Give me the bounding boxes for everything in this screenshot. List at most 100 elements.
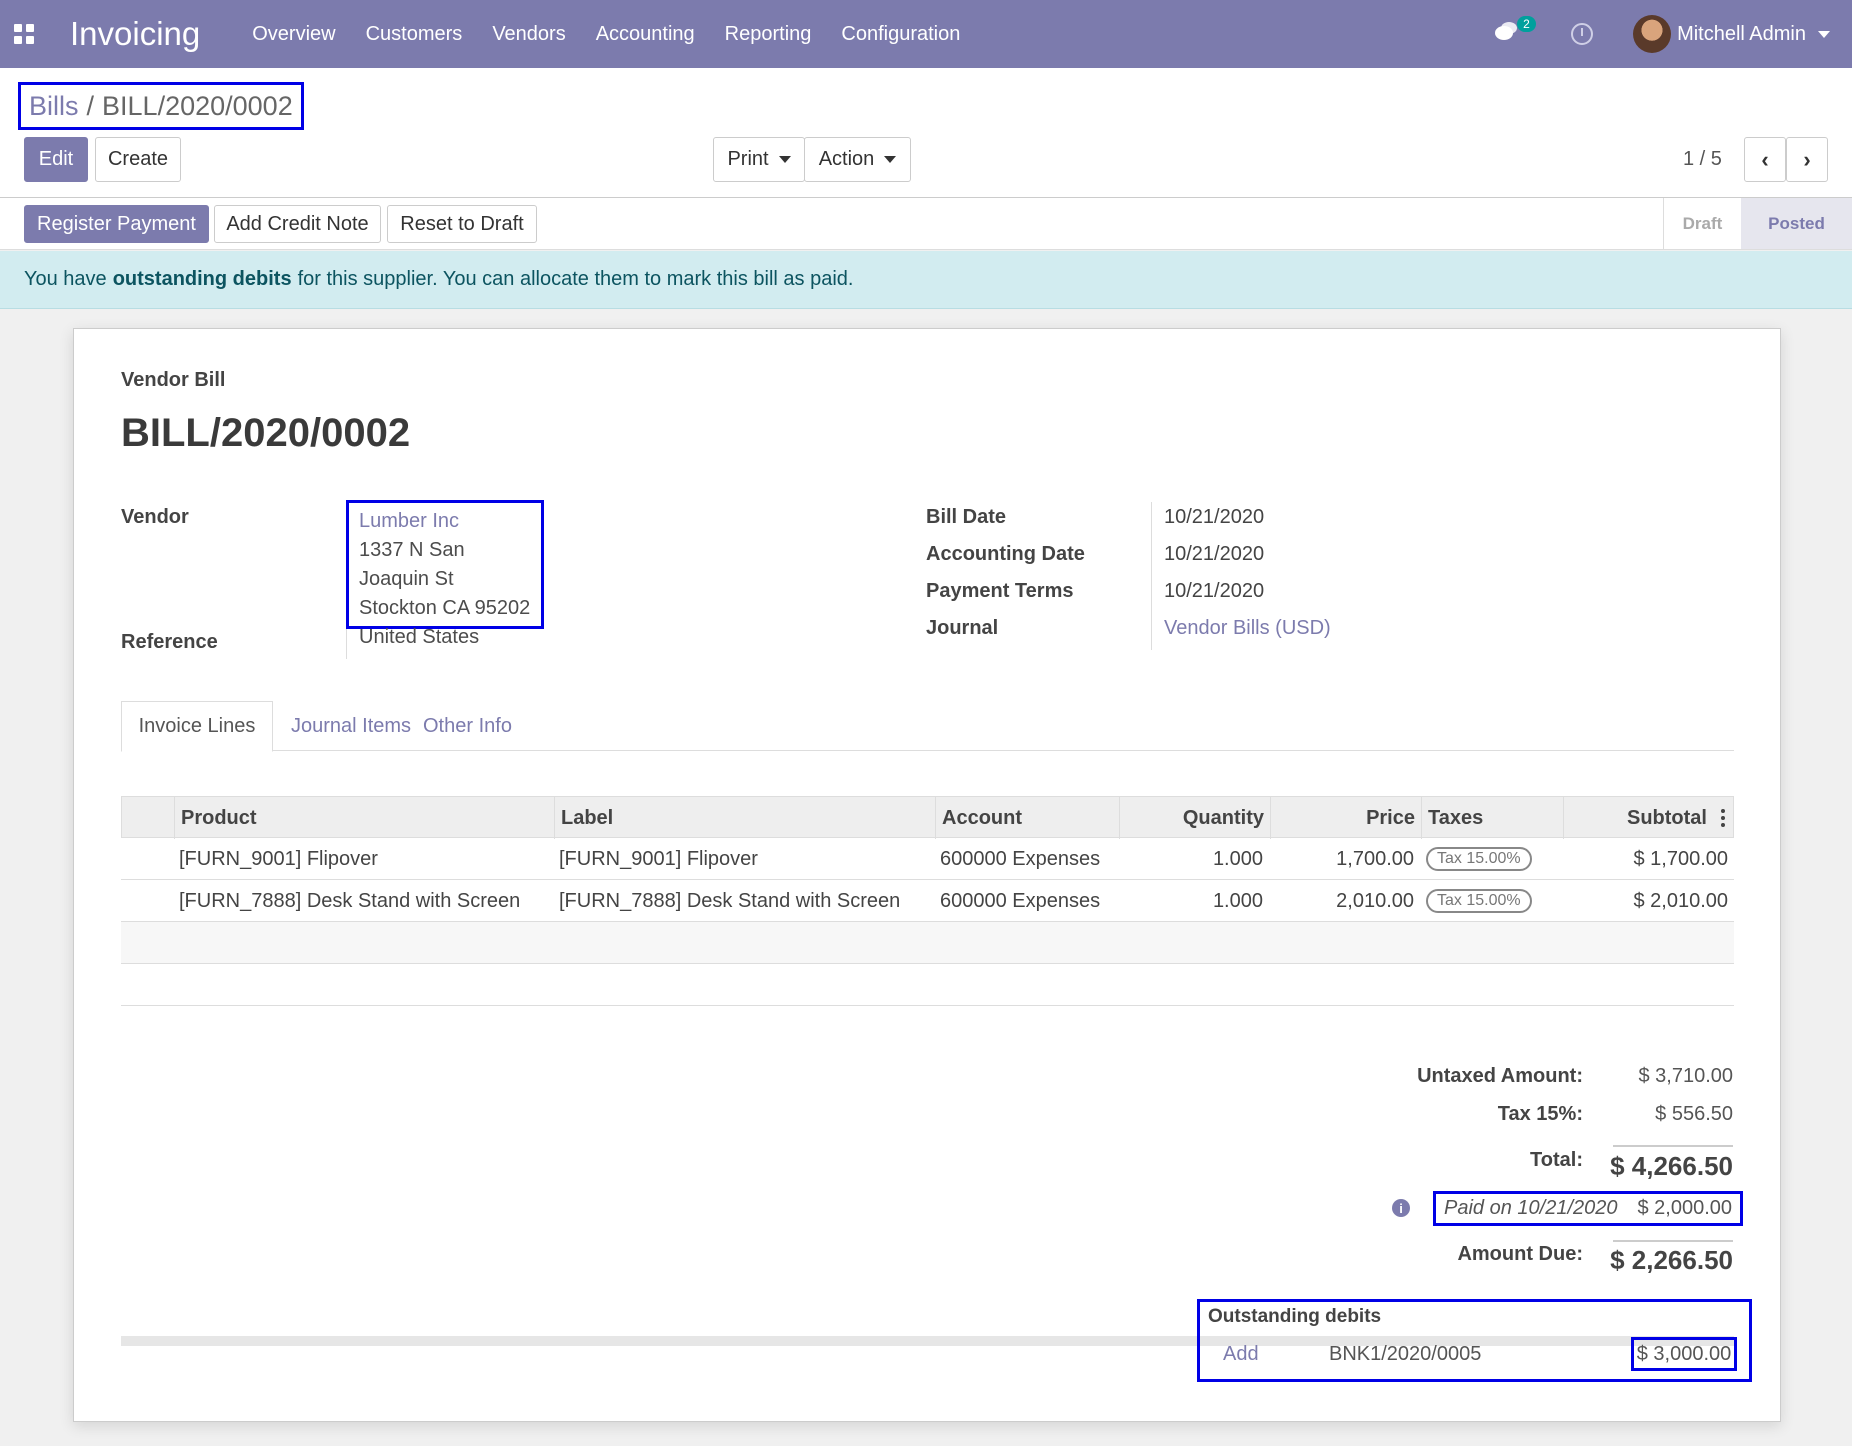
column-taxes[interactable]: Taxes [1421,797,1563,839]
vendor-country: United States [359,626,480,648]
activity-clock-icon[interactable] [1571,23,1594,45]
menu-configuration[interactable]: Configuration [841,23,960,46]
register-payment-button[interactable]: Register Payment [24,205,209,243]
user-menu-caret-icon[interactable] [1818,30,1830,38]
column-product[interactable]: Product [174,797,554,839]
action-dropdown[interactable]: Action [804,137,911,182]
outstanding-debits-box: Outstanding debits Add BNK1/2020/0005 $ … [1197,1299,1752,1382]
row-subtotal: $ 1,700.00 [1633,847,1728,870]
amount-due-value: $ 2,266.50 [1610,1245,1733,1275]
row-label: [FURN_7888] Desk Stand with Screen [559,889,901,912]
journal-link[interactable]: Vendor Bills (USD) [1164,617,1331,640]
pager-previous-button[interactable]: ‹ [1744,137,1786,182]
untaxed-amount-label: Untaxed Amount: [1417,1065,1583,1087]
breadcrumb: Bills / BILL/2020/0002 [18,82,304,130]
table-row[interactable]: [FURN_9001] Flipover [FURN_9001] Flipove… [121,838,1734,880]
bill-date-value: 10/21/2020 [1164,506,1265,528]
pager-value[interactable]: 1 / 5 [1683,148,1722,171]
payment-terms-label: Payment Terms [926,580,1074,602]
user-name[interactable]: Mitchell Admin [1677,23,1806,46]
breadcrumb-separator: / [86,90,95,121]
info-icon[interactable]: i [1392,1199,1410,1217]
row-quantity: 1.000 [1212,847,1263,870]
total-value: $ 4,266.50 [1610,1151,1733,1181]
vendor-city: Stockton CA 95202 [359,597,531,619]
column-label[interactable]: Label [554,797,935,839]
outstanding-reference: BNK1/2020/0005 [1329,1343,1482,1365]
outstanding-debits-alert: You have outstanding debits for this sup… [0,251,1852,309]
message-count-badge: 2 [1517,16,1536,32]
menu-customers[interactable]: Customers [366,23,463,46]
row-price: 2,010.00 [1336,889,1414,912]
column-price[interactable]: Price [1270,797,1421,839]
alert-text-before: You have [24,268,107,290]
notebook-tabs: Invoice Lines Journal Items Other Info [121,701,1734,752]
vendor-address-box: Lumber Inc 1337 N San Joaquin St Stockto… [346,500,544,648]
tax-tag: Tax 15.00% [1426,889,1532,913]
table-header: Product Label Account Quantity Price Tax… [121,796,1734,839]
tab-other-info[interactable]: Other Info [423,701,512,751]
alert-text-after: for this supplier. You can allocate them… [297,268,854,290]
payment-terms-value: 10/21/2020 [1164,580,1265,602]
menu-overview[interactable]: Overview [252,23,335,46]
navbar-systray: 2 Mitchell Admin [1495,0,1852,68]
chevron-right-icon: › [1803,146,1811,172]
row-account: 600000 Expenses [940,889,1101,912]
row-label: [FURN_9001] Flipover [559,847,758,870]
empty-row [121,964,1734,1006]
tax-tag: Tax 15.00% [1426,847,1532,871]
column-quantity[interactable]: Quantity [1119,797,1270,839]
pager-next-button[interactable]: › [1786,137,1828,182]
breadcrumb-current: BILL/2020/0002 [102,90,293,121]
messages-icon[interactable]: 2 [1495,16,1536,46]
document-type: Vendor Bill [121,369,226,391]
payment-line: Paid on 10/21/2020 $ 2,000.00 [1433,1191,1743,1226]
empty-row [121,922,1734,964]
document-title: BILL/2020/0002 [121,411,411,455]
total-divider [1613,1145,1733,1147]
print-label: Print [727,148,769,170]
status-draft[interactable]: Draft [1663,198,1741,249]
row-product: [FURN_9001] Flipover [179,847,378,870]
reference-label: Reference [121,631,218,653]
breadcrumb-bills-link[interactable]: Bills [29,91,79,122]
add-outstanding-link[interactable]: Add [1223,1343,1259,1366]
control-panel: Bills / BILL/2020/0002 Edit Create Print… [0,68,1852,198]
menu-vendors[interactable]: Vendors [492,23,565,46]
outstanding-debits-title: Outstanding debits [1208,1306,1382,1327]
add-credit-note-button[interactable]: Add Credit Note [214,205,381,243]
column-options-icon[interactable] [1721,809,1725,827]
paid-on-label[interactable]: Paid on 10/21/2020 [1444,1197,1618,1220]
main-menu: Overview Customers Vendors Accounting Re… [252,23,960,46]
caret-down-icon [884,156,897,163]
action-label: Action [818,148,875,170]
column-account[interactable]: Account [935,797,1119,839]
menu-accounting[interactable]: Accounting [596,23,695,46]
chevron-left-icon: ‹ [1761,146,1769,172]
row-quantity: 1.000 [1212,889,1263,912]
apps-menu-icon[interactable] [14,24,36,44]
row-subtotal: $ 2,010.00 [1633,889,1728,912]
column-subtotal[interactable]: Subtotal [1563,797,1713,839]
row-price: 1,700.00 [1336,847,1414,870]
status-posted[interactable]: Posted [1741,198,1852,249]
accounting-date-label: Accounting Date [926,543,1085,565]
edit-button[interactable]: Edit [24,137,88,182]
tab-journal-items[interactable]: Journal Items [291,701,411,751]
vendor-name-link[interactable]: Lumber Inc [359,507,531,536]
user-avatar[interactable] [1633,15,1672,53]
vendor-street: 1337 N San Joaquin St [359,539,465,590]
row-account: 600000 Expenses [940,847,1101,870]
app-title[interactable]: Invoicing [70,15,200,53]
form-statusbar: Register Payment Add Credit Note Reset t… [0,198,1852,250]
tax-label: Tax 15%: [1497,1103,1583,1125]
tab-invoice-lines[interactable]: Invoice Lines [121,701,273,752]
create-button[interactable]: Create [95,137,181,182]
reset-to-draft-button[interactable]: Reset to Draft [387,205,537,243]
table-row[interactable]: [FURN_7888] Desk Stand with Screen [FURN… [121,880,1734,922]
outstanding-amount: $ 3,000.00 [1631,1337,1737,1371]
print-dropdown[interactable]: Print [713,137,805,182]
menu-reporting[interactable]: Reporting [725,23,812,46]
reference-field[interactable] [346,629,347,659]
bill-date-label: Bill Date [926,506,1007,528]
